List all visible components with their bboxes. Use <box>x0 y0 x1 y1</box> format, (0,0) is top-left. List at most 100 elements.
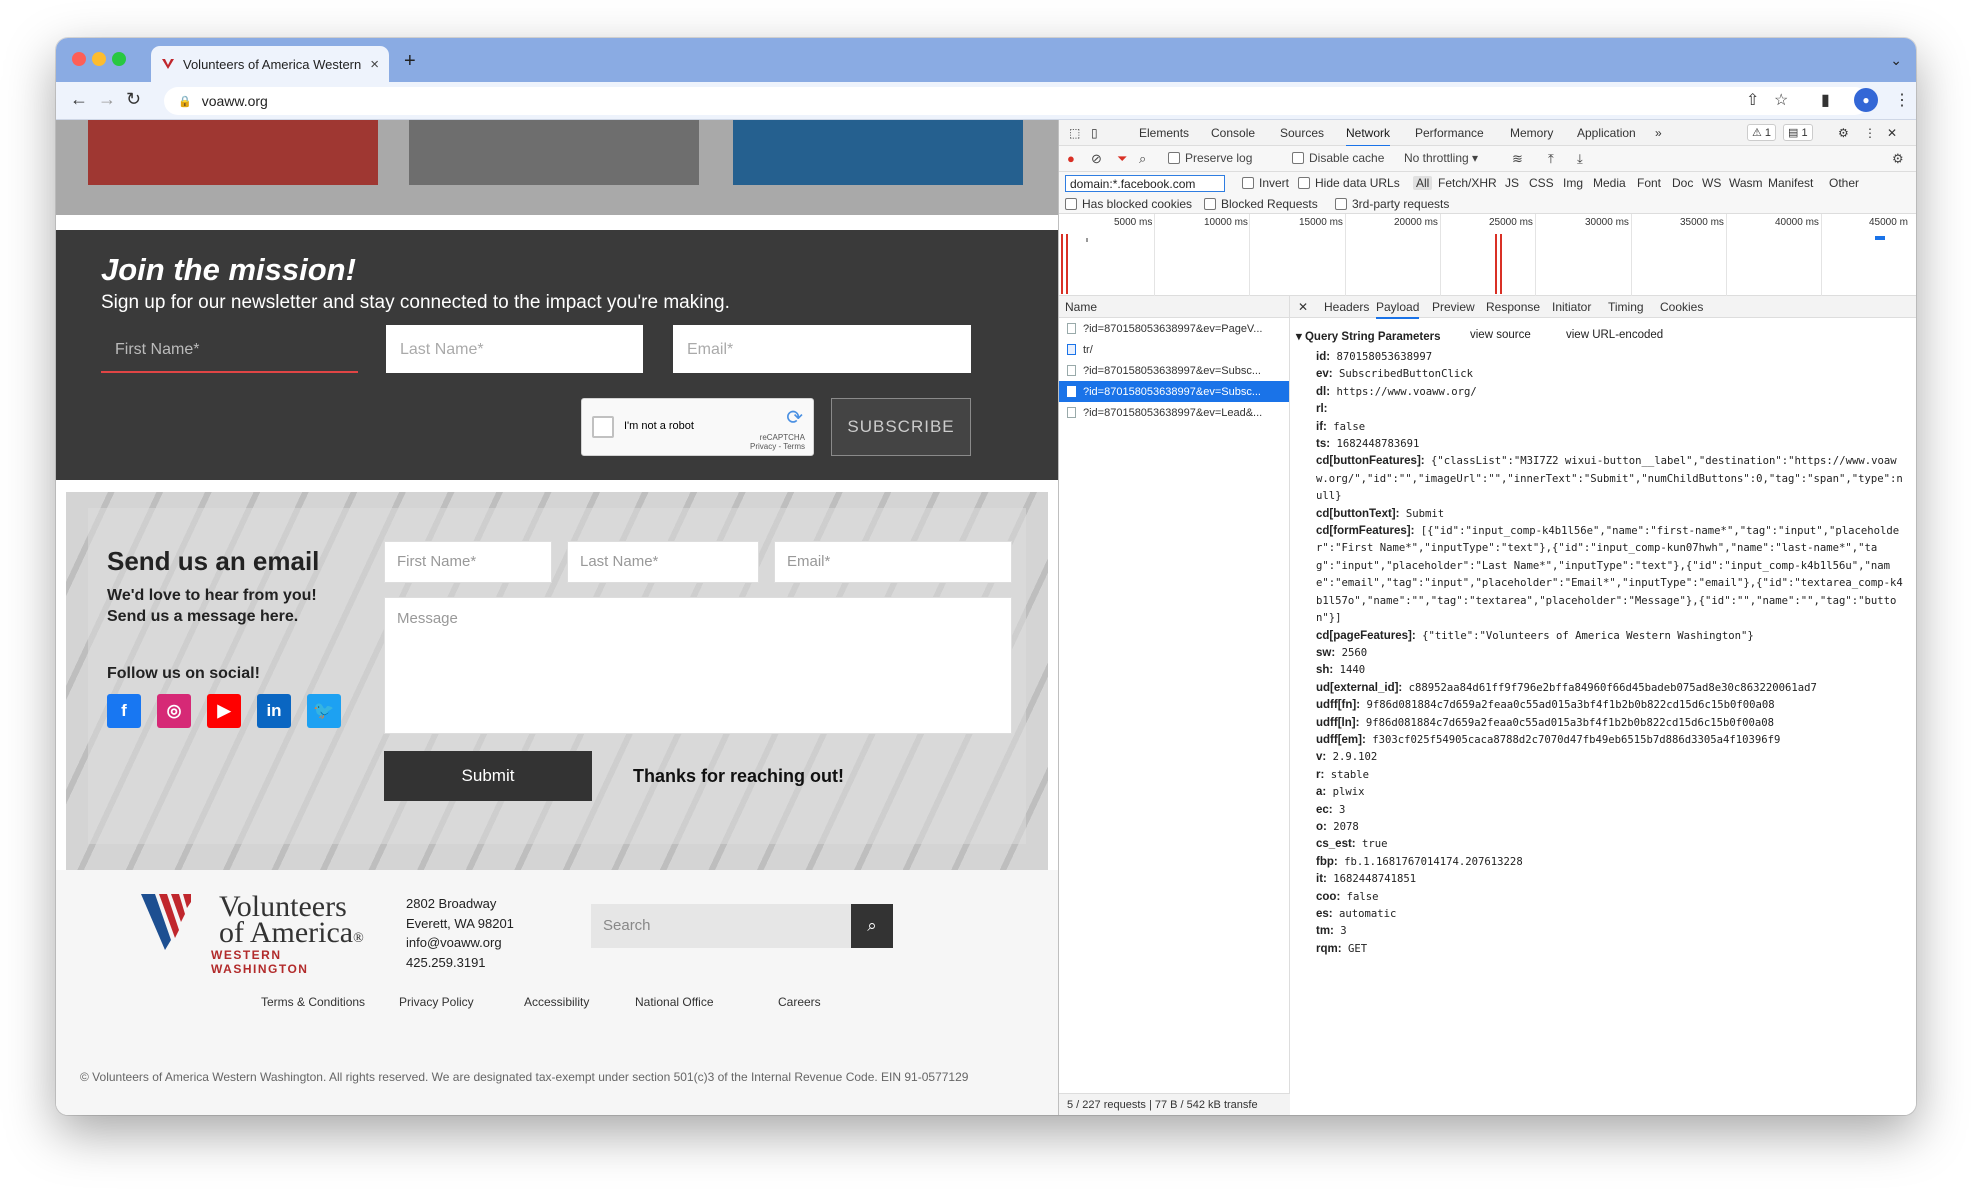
blocked-requests-checkbox[interactable]: Blocked Requests <box>1204 197 1318 211</box>
preserve-log-checkbox[interactable]: Preserve log <box>1168 151 1252 165</box>
menu-kebab-icon[interactable]: ⋮ <box>1894 90 1910 110</box>
devtools-menu-icon[interactable]: ⋮ <box>1864 126 1876 140</box>
newsletter-last-name-input[interactable]: Last Name* <box>386 325 643 373</box>
recaptcha-checkbox[interactable] <box>592 416 614 438</box>
hero-panel-gray[interactable] <box>409 120 699 185</box>
invert-checkbox[interactable]: Invert <box>1242 176 1289 190</box>
close-detail-icon[interactable]: ✕ <box>1298 300 1308 314</box>
settings-gear-icon[interactable]: ⚙ <box>1838 126 1849 140</box>
footer-email-link[interactable]: info@voaww.org <box>406 935 502 950</box>
type-all[interactable]: All <box>1413 176 1433 190</box>
browser-tab[interactable]: Volunteers of America Western Washington… <box>151 46 389 82</box>
instagram-icon[interactable]: ◎ <box>157 694 191 728</box>
third-party-checkbox[interactable]: 3rd-party requests <box>1335 197 1449 211</box>
tab-cookies[interactable]: Cookies <box>1660 300 1703 314</box>
national-office-link[interactable]: National Office <box>635 995 714 1009</box>
disable-cache-checkbox[interactable]: Disable cache <box>1292 151 1384 165</box>
more-tabs-icon[interactable]: » <box>1655 126 1662 140</box>
network-timeline[interactable]: 5000 ms 10000 ms 15000 ms 20000 ms 25000… <box>1059 214 1916 296</box>
terms-link[interactable]: Terms & Conditions <box>261 995 365 1009</box>
accessibility-link[interactable]: Accessibility <box>524 995 589 1009</box>
newsletter-first-name-input[interactable]: First Name* <box>101 325 358 373</box>
warnings-badge[interactable]: ⚠ 1 <box>1747 124 1777 141</box>
type-font[interactable]: Font <box>1637 176 1661 190</box>
network-conditions-icon[interactable]: ≋ <box>1512 151 1523 167</box>
close-tab-icon[interactable]: × <box>370 56 379 73</box>
tab-headers[interactable]: Headers <box>1324 300 1369 314</box>
tab-search-chevron-icon[interactable]: ⌄ <box>1890 52 1902 69</box>
export-har-icon[interactable]: ⤓ <box>1577 151 1583 167</box>
type-other[interactable]: Other <box>1829 176 1859 190</box>
url-input[interactable]: 🔒 voaww.org <box>164 87 1869 115</box>
type-wasm[interactable]: Wasm <box>1729 176 1763 190</box>
query-string-parameters-heading[interactable]: ▾ Query String Parameters <box>1296 329 1440 343</box>
search-network-icon[interactable]: ⌕ <box>1139 151 1146 167</box>
request-row[interactable]: ?id=870158053638997&ev=Subsc... <box>1059 360 1289 381</box>
hero-panel-red[interactable] <box>88 120 378 185</box>
type-js[interactable]: JS <box>1505 176 1519 190</box>
clear-icon[interactable]: ⊘ <box>1091 151 1102 167</box>
type-fetch-xhr[interactable]: Fetch/XHR <box>1438 176 1497 190</box>
name-column-header[interactable]: Name <box>1059 296 1289 318</box>
type-media[interactable]: Media <box>1593 176 1626 190</box>
tab-network[interactable]: Network <box>1346 126 1391 147</box>
facebook-icon[interactable]: f <box>107 694 141 728</box>
contact-message-textarea[interactable]: Message <box>384 597 1012 734</box>
twitter-icon[interactable]: 🐦 <box>307 694 341 728</box>
tab-application[interactable]: Application <box>1577 126 1636 140</box>
contact-first-name-input[interactable]: First Name* <box>384 541 552 583</box>
type-doc[interactable]: Doc <box>1672 176 1693 190</box>
network-filter-input[interactable]: domain:*.facebook.com <box>1065 175 1225 192</box>
tab-payload[interactable]: Payload <box>1376 300 1420 319</box>
import-har-icon[interactable]: ⤒ <box>1548 151 1554 167</box>
reload-icon[interactable]: ↻ <box>126 89 141 110</box>
record-icon[interactable]: ● <box>1067 151 1075 166</box>
contact-submit-button[interactable]: Submit <box>384 751 592 801</box>
privacy-link[interactable]: Privacy Policy <box>399 995 474 1009</box>
tab-response[interactable]: Response <box>1486 300 1540 314</box>
filter-icon[interactable]: ⏷ <box>1117 151 1127 167</box>
hero-panel-blue[interactable] <box>733 120 1023 185</box>
tab-console[interactable]: Console <box>1211 126 1255 140</box>
request-row[interactable]: ?id=870158053638997&ev=Lead&... <box>1059 402 1289 423</box>
tab-preview[interactable]: Preview <box>1432 300 1475 314</box>
minimize-window-button[interactable] <box>92 52 106 66</box>
youtube-icon[interactable]: ▶ <box>207 694 241 728</box>
contact-email-input[interactable]: Email* <box>774 541 1012 583</box>
side-panel-icon[interactable]: ▮ <box>1821 90 1830 110</box>
careers-link[interactable]: Careers <box>778 995 821 1009</box>
type-manifest[interactable]: Manifest <box>1768 176 1813 190</box>
throttling-select[interactable]: No throttling ▾ <box>1404 151 1478 165</box>
linkedin-icon[interactable]: in <box>257 694 291 728</box>
type-css[interactable]: CSS <box>1529 176 1554 190</box>
tab-performance[interactable]: Performance <box>1415 126 1484 140</box>
device-toolbar-icon[interactable]: ▯ <box>1091 126 1098 140</box>
type-img[interactable]: Img <box>1563 176 1583 190</box>
recaptcha-links[interactable]: Privacy - Terms <box>750 442 805 451</box>
view-url-encoded-link[interactable]: view URL-encoded <box>1566 329 1663 341</box>
subscribe-button[interactable]: SUBSCRIBE <box>831 398 971 456</box>
new-tab-icon[interactable]: + <box>404 50 416 73</box>
request-row-selected[interactable]: ?id=870158053638997&ev=Subsc... <box>1059 381 1289 402</box>
profile-avatar[interactable]: ● <box>1854 88 1878 112</box>
voa-logo[interactable]: Volunteers of America® WESTERN WASHINGTON <box>141 892 381 976</box>
request-row[interactable]: ?id=870158053638997&ev=PageV... <box>1059 318 1289 339</box>
tab-initiator[interactable]: Initiator <box>1552 300 1591 314</box>
close-devtools-icon[interactable]: ✕ <box>1887 126 1897 140</box>
messages-badge[interactable]: ▤ 1 <box>1783 124 1813 141</box>
blocked-cookies-checkbox[interactable]: Has blocked cookies <box>1065 197 1192 211</box>
request-row[interactable]: tr/ <box>1059 339 1289 360</box>
tab-sources[interactable]: Sources <box>1280 126 1324 140</box>
hide-data-urls-checkbox[interactable]: Hide data URLs <box>1298 176 1400 190</box>
footer-search-input[interactable]: Search <box>591 904 851 948</box>
tab-elements[interactable]: Elements <box>1139 126 1189 140</box>
share-icon[interactable]: ⇧ <box>1746 90 1759 110</box>
network-settings-icon[interactable]: ⚙ <box>1892 151 1904 167</box>
tab-memory[interactable]: Memory <box>1510 126 1553 140</box>
view-source-link[interactable]: view source <box>1470 329 1531 341</box>
back-icon[interactable]: ← <box>70 89 88 110</box>
inspect-element-icon[interactable]: ⬚ <box>1069 126 1080 140</box>
type-ws[interactable]: WS <box>1702 176 1721 190</box>
tab-timing[interactable]: Timing <box>1608 300 1644 314</box>
close-window-button[interactable] <box>72 52 86 66</box>
